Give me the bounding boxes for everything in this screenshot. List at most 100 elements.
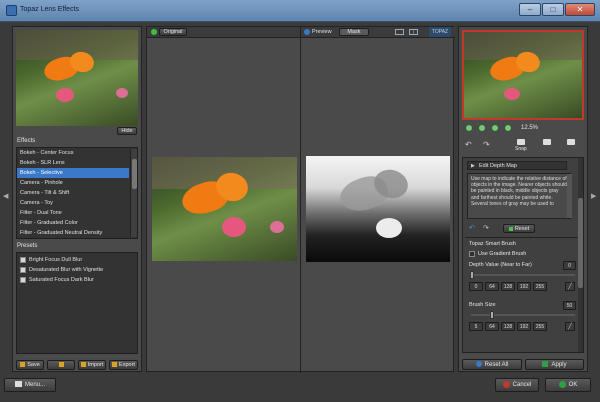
zoom-fit-icon[interactable] bbox=[491, 124, 499, 132]
right-panel: 12.5% ↶ ↷ Snap ▶ Edit Depth Map Use map … bbox=[458, 26, 588, 372]
brush-size-slider-track[interactable] bbox=[471, 311, 575, 319]
depth-value-label: Depth Value (Near to Far) bbox=[469, 262, 532, 268]
preset-icon bbox=[20, 267, 26, 273]
preset-label: Saturated Focus Dark Blur bbox=[29, 277, 94, 283]
effect-item[interactable]: Bokeh - Center Focus bbox=[17, 148, 129, 158]
snap-icon[interactable] bbox=[517, 139, 525, 145]
depth-slider-track[interactable] bbox=[470, 271, 575, 279]
depth-slider-thumb[interactable] bbox=[470, 271, 474, 279]
collapse-left-icon[interactable]: ◀ bbox=[3, 192, 8, 200]
eyedropper-icon[interactable]: ╱ bbox=[565, 322, 575, 331]
depth-value-field[interactable]: 0 bbox=[563, 261, 576, 270]
import-label: Import bbox=[87, 362, 104, 368]
original-image[interactable] bbox=[152, 157, 297, 261]
brush-size-label: Brush Size bbox=[469, 302, 496, 308]
brush-undo-icon[interactable]: ↶ bbox=[469, 224, 475, 232]
app-icon bbox=[6, 5, 17, 16]
import-icon bbox=[80, 362, 86, 368]
import-button[interactable]: Import bbox=[78, 360, 106, 370]
ok-button[interactable]: OK bbox=[545, 378, 591, 392]
settings-scrollbar-thumb[interactable] bbox=[578, 198, 583, 288]
cancel-button[interactable]: Cancel bbox=[495, 378, 539, 392]
zoom-actual-icon[interactable] bbox=[504, 124, 512, 132]
reset-all-button[interactable]: Reset All bbox=[462, 359, 522, 370]
smart-brush-header: Topaz Smart Brush bbox=[469, 241, 516, 247]
export-button[interactable]: Export bbox=[109, 360, 138, 370]
edit-depth-map-label: Edit Depth Map bbox=[479, 163, 517, 169]
maximize-button[interactable]: □ bbox=[542, 3, 564, 16]
preview-dot-icon bbox=[304, 29, 310, 35]
depth-preset-button[interactable]: 64 bbox=[485, 282, 499, 291]
split-view-icon[interactable] bbox=[409, 29, 418, 35]
menu-button[interactable]: Menu... bbox=[4, 378, 56, 392]
brush-preset-button[interactable]: 128 bbox=[501, 322, 515, 331]
brush-preset-button[interactable]: 5 bbox=[469, 322, 483, 331]
zoom-out-icon[interactable] bbox=[465, 124, 473, 132]
save-icon bbox=[20, 362, 26, 368]
tab-preview[interactable]: Preview bbox=[312, 28, 336, 36]
original-header: Original bbox=[147, 27, 300, 38]
undo-icon[interactable]: ↶ bbox=[465, 140, 472, 149]
reset-icon bbox=[508, 226, 513, 231]
settings-panel: ▶ Edit Depth Map Use map to indicate the… bbox=[462, 157, 584, 353]
depth-preset-button[interactable]: 255 bbox=[533, 282, 547, 291]
effect-item[interactable]: Camera - Tilt & Shift bbox=[17, 188, 129, 198]
instructions-scrollbar[interactable] bbox=[567, 174, 572, 218]
brush-preset-button[interactable]: 64 bbox=[485, 322, 499, 331]
preset-item[interactable]: Saturated Focus Dark Blur bbox=[17, 275, 137, 285]
depth-preset-button[interactable]: 0 bbox=[469, 282, 483, 291]
app-frame: ◀ ▶ Hide Effects Bokeh - Center Focus Bok… bbox=[0, 22, 600, 402]
preview-header: Preview Mask TOPAZ bbox=[301, 27, 455, 38]
delete-button[interactable] bbox=[47, 360, 75, 370]
depth-preset-button[interactable]: 192 bbox=[517, 282, 531, 291]
left-panel: Hide Effects Bokeh - Center Focus Bokeh -… bbox=[12, 26, 142, 372]
effect-item[interactable]: Filter - Graduated Neutral Density bbox=[17, 228, 129, 238]
brush-size-slider-thumb[interactable] bbox=[490, 311, 494, 319]
tab-original[interactable]: Original bbox=[159, 28, 187, 36]
gradient-brush-checkbox[interactable] bbox=[469, 251, 475, 257]
hide-button[interactable]: Hide bbox=[117, 127, 137, 135]
brush-size-field[interactable]: 50 bbox=[563, 301, 576, 310]
effect-item[interactable]: Filter - Dual Tone bbox=[17, 208, 129, 218]
single-view-icon[interactable] bbox=[395, 29, 404, 35]
effects-header: Effects bbox=[17, 138, 36, 144]
effect-item[interactable]: Bokeh - SLR Lens bbox=[17, 158, 129, 168]
effects-scrollbar[interactable] bbox=[130, 149, 137, 237]
close-button[interactable]: ✕ bbox=[565, 3, 595, 16]
tab-mask[interactable]: Mask bbox=[339, 28, 369, 36]
presets-header: Presets bbox=[17, 243, 38, 249]
reset-button[interactable]: Reset bbox=[503, 224, 535, 233]
preset-icon bbox=[20, 257, 26, 263]
preset-item[interactable]: Bright Focus Dull Blur bbox=[17, 255, 137, 265]
apply-button[interactable]: Apply bbox=[525, 359, 584, 370]
snap-label: Snap bbox=[515, 146, 527, 152]
export-icon bbox=[112, 362, 118, 368]
preset-label: Bright Focus Dull Blur bbox=[29, 257, 83, 263]
zoom-in-icon[interactable] bbox=[478, 124, 486, 132]
compare-icon[interactable] bbox=[543, 139, 551, 145]
effect-item[interactable]: Filter - Graduated Color bbox=[17, 218, 129, 228]
preset-item[interactable]: Desaturated Blur with Vignette bbox=[17, 265, 137, 275]
depth-preset-button[interactable]: 128 bbox=[501, 282, 515, 291]
thumbnail-image bbox=[16, 30, 138, 126]
mask-image[interactable] bbox=[306, 156, 450, 262]
minimize-button[interactable]: – bbox=[519, 3, 541, 16]
redo-icon[interactable]: ↷ bbox=[483, 140, 490, 149]
brush-redo-icon[interactable]: ↷ bbox=[483, 224, 489, 232]
save-label: Save bbox=[27, 362, 40, 368]
brush-preset-button[interactable]: 192 bbox=[517, 322, 531, 331]
eyedropper-icon[interactable]: ╱ bbox=[565, 282, 575, 291]
brush-presets: 5 64 128 192 255 ╱ bbox=[469, 322, 581, 332]
settings-scrollbar[interactable] bbox=[578, 158, 583, 352]
collapse-right-icon[interactable]: ▶ bbox=[591, 192, 596, 200]
effect-item[interactable]: Bokeh - Selective bbox=[17, 168, 129, 178]
split-divider[interactable] bbox=[300, 27, 301, 373]
navigator-image[interactable] bbox=[462, 30, 584, 120]
scrollbar-thumb[interactable] bbox=[132, 159, 137, 189]
info-icon[interactable] bbox=[567, 139, 575, 145]
save-button[interactable]: Save bbox=[16, 360, 44, 370]
effect-item[interactable]: Camera - Pinhole bbox=[17, 178, 129, 188]
edit-depth-map-header[interactable]: ▶ Edit Depth Map bbox=[467, 161, 567, 170]
brush-preset-button[interactable]: 255 bbox=[533, 322, 547, 331]
effect-item[interactable]: Camera - Toy bbox=[17, 198, 129, 208]
